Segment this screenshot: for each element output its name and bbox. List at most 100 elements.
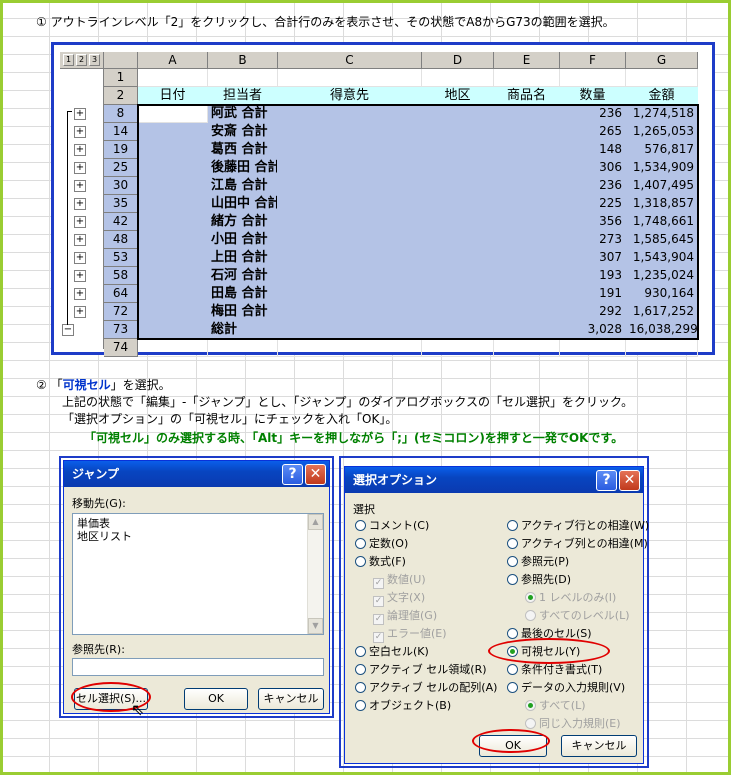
cell[interactable] xyxy=(138,231,208,249)
select-ok-button[interactable]: OK xyxy=(479,735,547,757)
cell[interactable] xyxy=(494,177,560,195)
option-radio[interactable]: 条件付き書式(T) xyxy=(507,663,602,676)
cell[interactable] xyxy=(422,159,494,177)
column-header-b[interactable]: B xyxy=(208,52,278,69)
option-radio[interactable]: アクティブ セルの配列(A) xyxy=(355,681,497,694)
option-radio[interactable]: データの入力規則(V) xyxy=(507,681,625,694)
amount-cell[interactable]: 1,407,495 xyxy=(626,177,698,195)
cell[interactable] xyxy=(138,141,208,159)
expand-plus-icon[interactable]: + xyxy=(74,144,86,156)
quantity-cell[interactable]: 3,028 xyxy=(560,321,626,339)
cell[interactable] xyxy=(494,141,560,159)
subtotal-name-cell[interactable]: 梅田 合計 xyxy=(208,303,278,321)
quantity-cell[interactable]: 307 xyxy=(560,249,626,267)
subtotal-name-cell[interactable]: 安斎 合計 xyxy=(208,123,278,141)
column-header-d[interactable]: D xyxy=(422,52,494,69)
cell[interactable] xyxy=(494,123,560,141)
visible-cells-radio[interactable]: 可視セル(Y) xyxy=(507,645,580,658)
cell[interactable] xyxy=(138,267,208,285)
cell[interactable] xyxy=(208,69,278,87)
cell[interactable] xyxy=(494,339,560,357)
expand-plus-icon[interactable]: + xyxy=(74,270,86,282)
select-all-corner[interactable] xyxy=(104,52,138,69)
select-help-icon[interactable]: ? xyxy=(596,470,617,491)
row-header[interactable]: 48 xyxy=(104,231,138,249)
amount-cell[interactable]: 576,817 xyxy=(626,141,698,159)
cell[interactable] xyxy=(422,141,494,159)
amount-cell[interactable]: 1,318,857 xyxy=(626,195,698,213)
row-header[interactable]: 14 xyxy=(104,123,138,141)
quantity-cell[interactable]: 306 xyxy=(560,159,626,177)
amount-cell[interactable]: 1,543,904 xyxy=(626,249,698,267)
cell[interactable] xyxy=(138,123,208,141)
subtotal-name-cell[interactable]: 江島 合計 xyxy=(208,177,278,195)
subtotal-name-cell[interactable]: 田島 合計 xyxy=(208,285,278,303)
cell[interactable] xyxy=(278,213,422,231)
row-header[interactable]: 53 xyxy=(104,249,138,267)
option-radio[interactable]: 参照元(P) xyxy=(507,555,569,568)
cell[interactable] xyxy=(138,105,208,123)
cell[interactable] xyxy=(422,177,494,195)
row-header[interactable]: 2 xyxy=(104,87,138,105)
cell[interactable] xyxy=(278,321,422,339)
cell[interactable] xyxy=(626,339,698,357)
jump-close-icon[interactable]: ✕ xyxy=(305,464,326,485)
scroll-down-icon[interactable]: ▼ xyxy=(308,618,323,634)
cell[interactable] xyxy=(422,213,494,231)
expand-plus-icon[interactable]: + xyxy=(74,234,86,246)
amount-cell[interactable]: 1,274,518 xyxy=(626,105,698,123)
cell[interactable] xyxy=(138,195,208,213)
cell[interactable] xyxy=(494,195,560,213)
cell[interactable] xyxy=(422,303,494,321)
amount-cell[interactable]: 930,164 xyxy=(626,285,698,303)
column-header-a[interactable]: A xyxy=(138,52,208,69)
cell[interactable] xyxy=(422,123,494,141)
list-item[interactable]: 地区リスト xyxy=(77,530,132,543)
cell[interactable] xyxy=(560,69,626,87)
expand-plus-icon[interactable]: + xyxy=(74,108,86,120)
outline-level-3-button[interactable]: 3 xyxy=(89,54,100,66)
header-cell[interactable]: 担当者 xyxy=(208,87,278,105)
expand-plus-icon[interactable]: + xyxy=(74,252,86,264)
amount-cell[interactable]: 16,038,299 xyxy=(626,321,698,339)
subtotal-name-cell[interactable]: 山田中 合計 xyxy=(208,195,278,213)
header-cell[interactable]: 地区 xyxy=(422,87,494,105)
expand-plus-icon[interactable]: + xyxy=(74,126,86,138)
cell[interactable] xyxy=(494,249,560,267)
cell[interactable] xyxy=(278,195,422,213)
scroll-up-icon[interactable]: ▲ xyxy=(308,514,323,530)
cell[interactable] xyxy=(278,141,422,159)
jump-dialog-titlebar[interactable]: ジャンプ ? ✕ xyxy=(64,461,329,487)
option-radio[interactable]: アクティブ列との相違(M) xyxy=(507,537,648,550)
option-radio[interactable]: アクティブ行との相違(W) xyxy=(507,519,649,532)
cell[interactable] xyxy=(422,249,494,267)
jump-help-icon[interactable]: ? xyxy=(282,464,303,485)
amount-cell[interactable]: 1,585,645 xyxy=(626,231,698,249)
cell[interactable] xyxy=(494,69,560,87)
cell[interactable] xyxy=(494,105,560,123)
cell[interactable] xyxy=(278,105,422,123)
cell[interactable] xyxy=(138,303,208,321)
option-radio[interactable]: コメント(C) xyxy=(355,519,429,532)
select-cancel-button[interactable]: キャンセル xyxy=(561,735,637,757)
row-header[interactable]: 35 xyxy=(104,195,138,213)
cell[interactable] xyxy=(422,285,494,303)
cell[interactable] xyxy=(422,231,494,249)
cell[interactable] xyxy=(138,213,208,231)
subtotal-name-cell[interactable]: 石河 合計 xyxy=(208,267,278,285)
row-header[interactable]: 30 xyxy=(104,177,138,195)
cell[interactable] xyxy=(138,249,208,267)
option-radio[interactable]: 数式(F) xyxy=(355,555,406,568)
subtotal-name-cell[interactable]: 上田 合計 xyxy=(208,249,278,267)
cell[interactable] xyxy=(494,213,560,231)
reference-input[interactable] xyxy=(72,658,324,676)
subtotal-name-cell[interactable]: 阿武 合計 xyxy=(208,105,278,123)
subtotal-name-cell[interactable]: 小田 合計 xyxy=(208,231,278,249)
cell[interactable] xyxy=(138,159,208,177)
cell[interactable] xyxy=(278,339,422,357)
cell[interactable] xyxy=(494,321,560,339)
cell[interactable] xyxy=(138,69,208,87)
cell[interactable] xyxy=(494,285,560,303)
jump-ok-button[interactable]: OK xyxy=(184,688,248,710)
cell[interactable] xyxy=(494,231,560,249)
